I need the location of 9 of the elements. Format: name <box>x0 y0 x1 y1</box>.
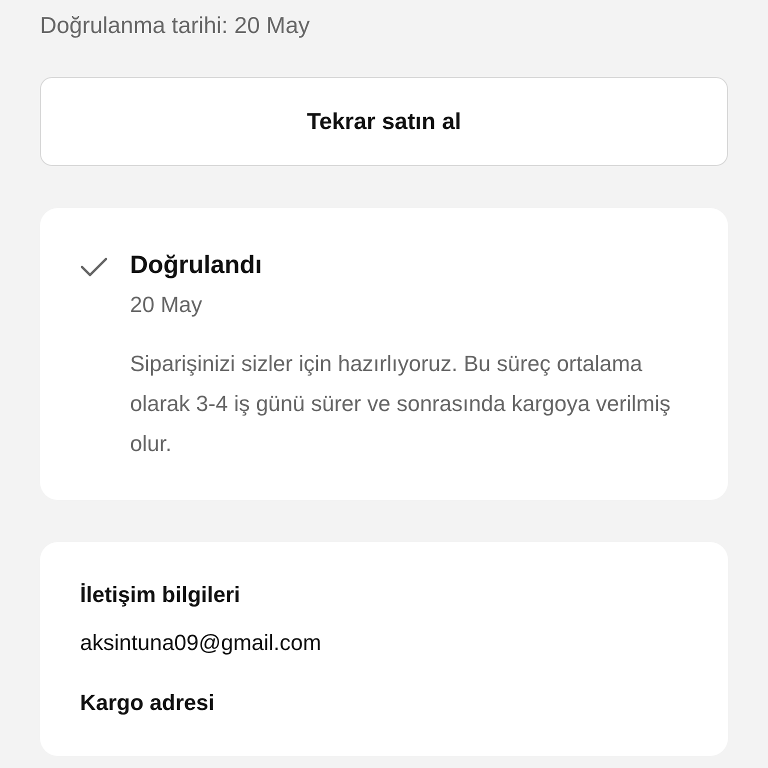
section-value: aksintuna09@gmail.com <box>80 630 322 656</box>
section-heading: Kargo adresi <box>80 689 216 717</box>
verification-date: Doğrulanma tarihi: 20 May <box>40 11 311 40</box>
checkmark-icon <box>80 256 108 278</box>
buy-again-button[interactable]: Tekrar satın al <box>40 77 728 166</box>
status-title: Doğrulandı <box>130 250 263 281</box>
status-description: Siparişinizi sizler için hazırlıyoruz. Bu süreç ortalama olarak 3-4 iş günü sürer ve sonrasında kargoya verilmiş olur. <box>130 350 672 458</box>
status-date: 20 May <box>130 292 204 318</box>
section-heading: İletişim bilgileri <box>80 581 242 609</box>
